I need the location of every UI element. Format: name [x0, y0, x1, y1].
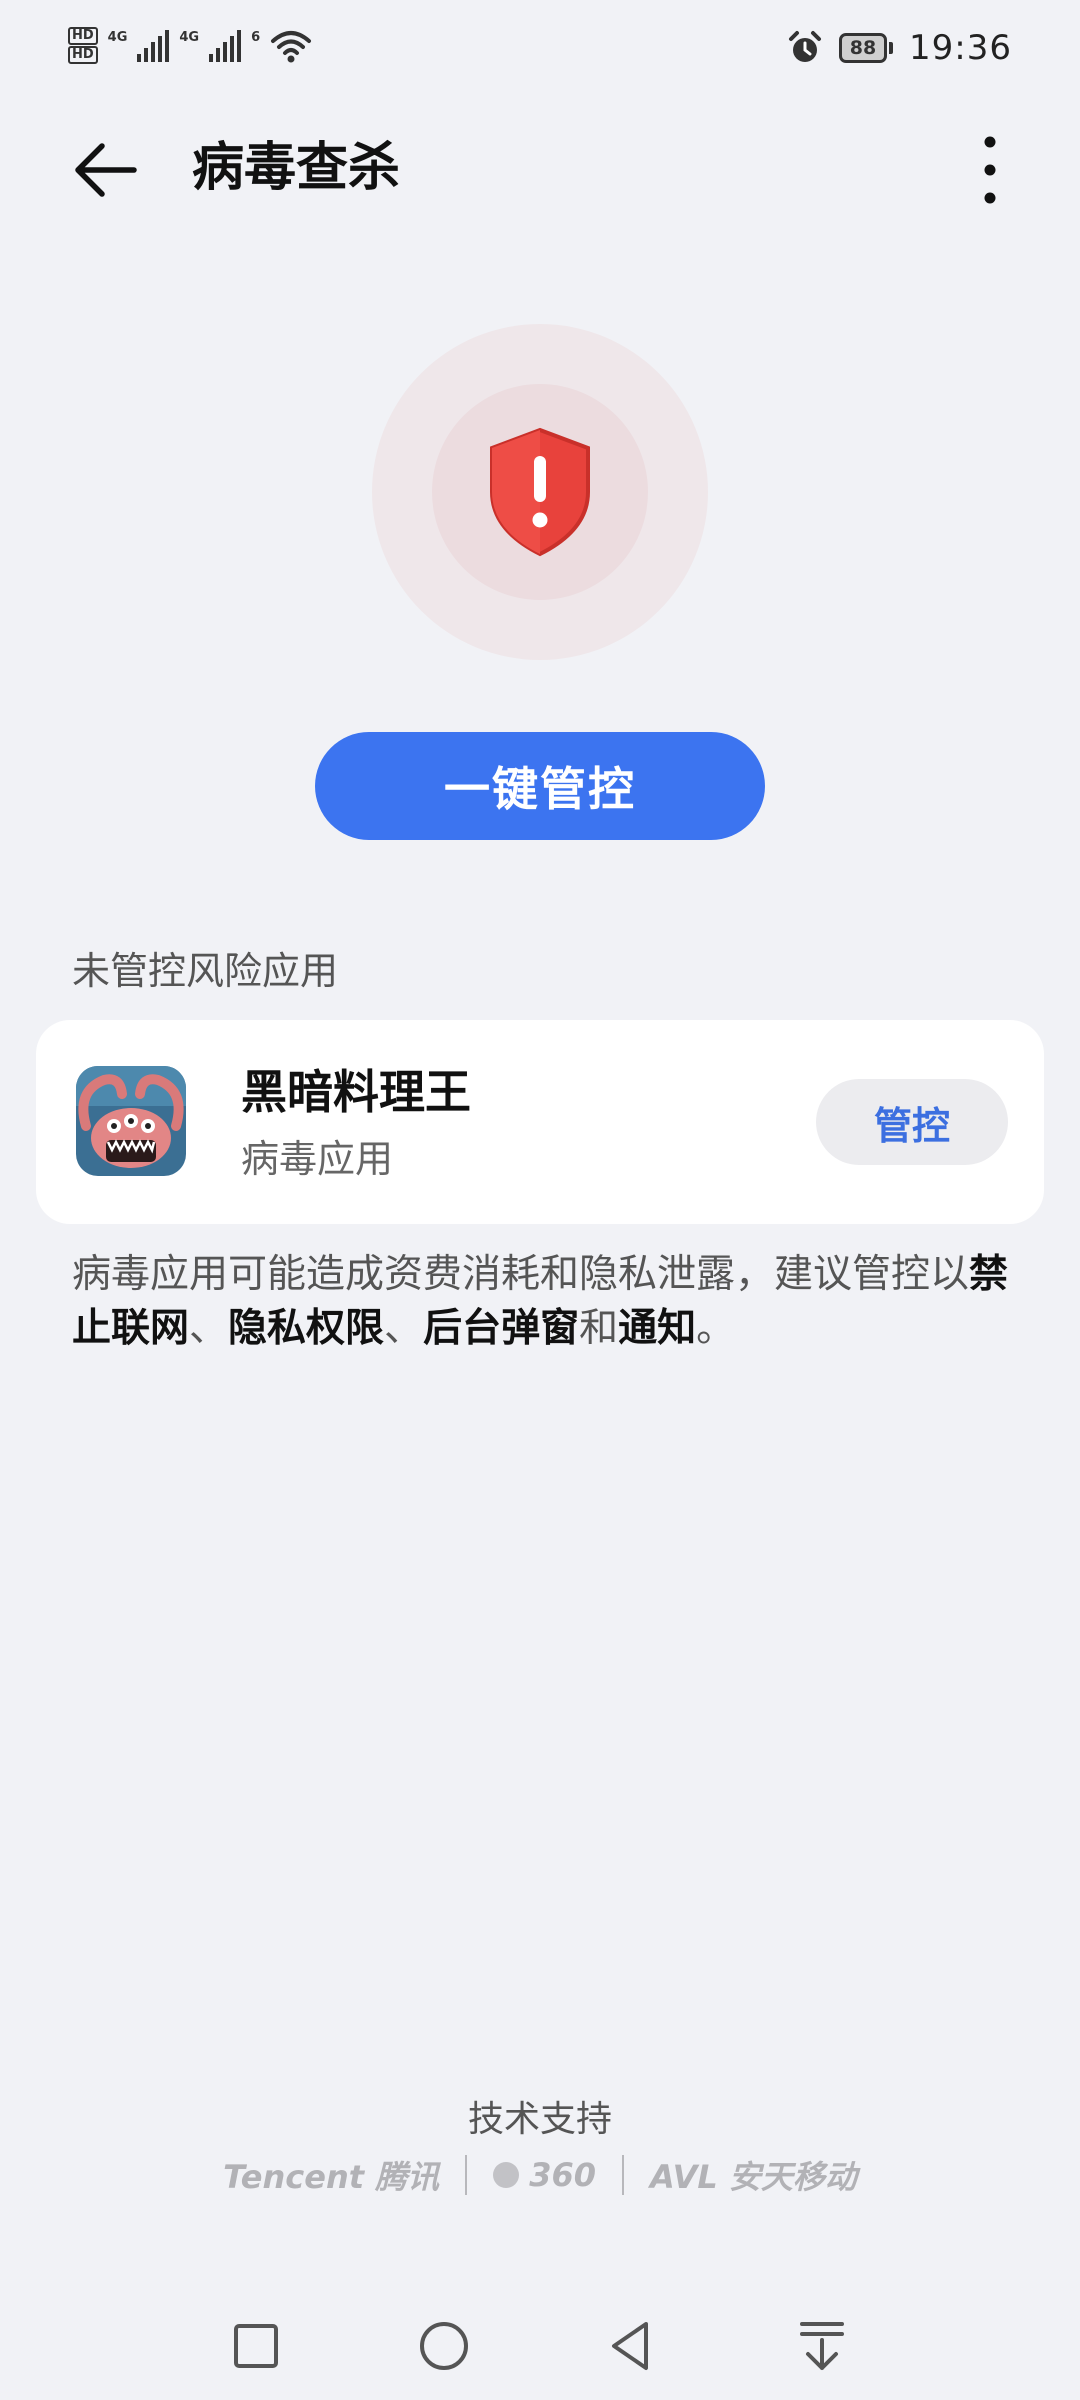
- status-left: HD HD 4G 4G 6: [68, 26, 312, 65]
- partner-tencent: Tencent 腾讯: [223, 2158, 440, 2196]
- shield-warning-icon: [490, 427, 590, 557]
- status-bar: HD HD 4G 4G 6 88 19:36: [0, 0, 1080, 104]
- desc-item-privacy: 隐私权限: [228, 1306, 385, 1351]
- wifi-generation: 6: [251, 30, 261, 45]
- network-type-2: 4G: [179, 30, 200, 45]
- app-name: 黑暗料理王: [241, 1065, 471, 1119]
- risk-app-card: 黑暗料理王 病毒应用 管控: [36, 1020, 1044, 1224]
- alarm-icon: [789, 31, 822, 62]
- status-right: 88 19:36: [787, 28, 1012, 68]
- more-vertical-icon[interactable]: [950, 128, 1030, 212]
- desc-item-notification: 通知: [618, 1306, 697, 1351]
- section-label: 未管控风险应用: [72, 949, 339, 993]
- signal-icon: [209, 29, 242, 62]
- page-title: 病毒查杀: [192, 138, 401, 198]
- app-type: 病毒应用: [241, 1137, 394, 1181]
- wifi-icon: [271, 30, 312, 62]
- circle-home-icon[interactable]: [412, 2314, 476, 2378]
- divider: [621, 2155, 624, 2195]
- 360-logo-icon: [493, 2162, 520, 2188]
- partner-antiy: AVL 安天移动: [649, 2158, 857, 2196]
- partner-360-logo: 360: [493, 2156, 596, 2194]
- app-icon[interactable]: [76, 1066, 186, 1176]
- risk-description: 病毒应用可能造成资费消耗和隐私泄露，建议管控以禁止联网、隐私权限、后台弹窗和通知…: [72, 1252, 1009, 1351]
- back-arrow-icon[interactable]: [64, 128, 148, 212]
- battery-level: 88: [839, 33, 888, 63]
- one-click-manage-button[interactable]: 一键管控: [315, 732, 765, 840]
- triangle-back-icon[interactable]: [600, 2314, 664, 2378]
- clock: 19:36: [909, 28, 1012, 68]
- partner-logos: Tencent 腾讯 360 AVL 安天移动: [0, 2152, 1080, 2198]
- signal-icon: [137, 29, 170, 62]
- tech-support-label: 技术支持: [467, 2099, 612, 2140]
- desc-item-popup: 后台弹窗: [423, 1306, 580, 1351]
- square-icon[interactable]: [224, 2314, 288, 2378]
- divider: [465, 2155, 468, 2195]
- hd-icon: HD HD: [68, 26, 98, 65]
- notification-pull-icon[interactable]: [790, 2314, 854, 2378]
- battery-icon: 88: [839, 33, 894, 63]
- manage-app-button[interactable]: 管控: [816, 1079, 1008, 1165]
- navigation-bar: [0, 2290, 1080, 2400]
- network-type-1: 4G: [107, 30, 128, 45]
